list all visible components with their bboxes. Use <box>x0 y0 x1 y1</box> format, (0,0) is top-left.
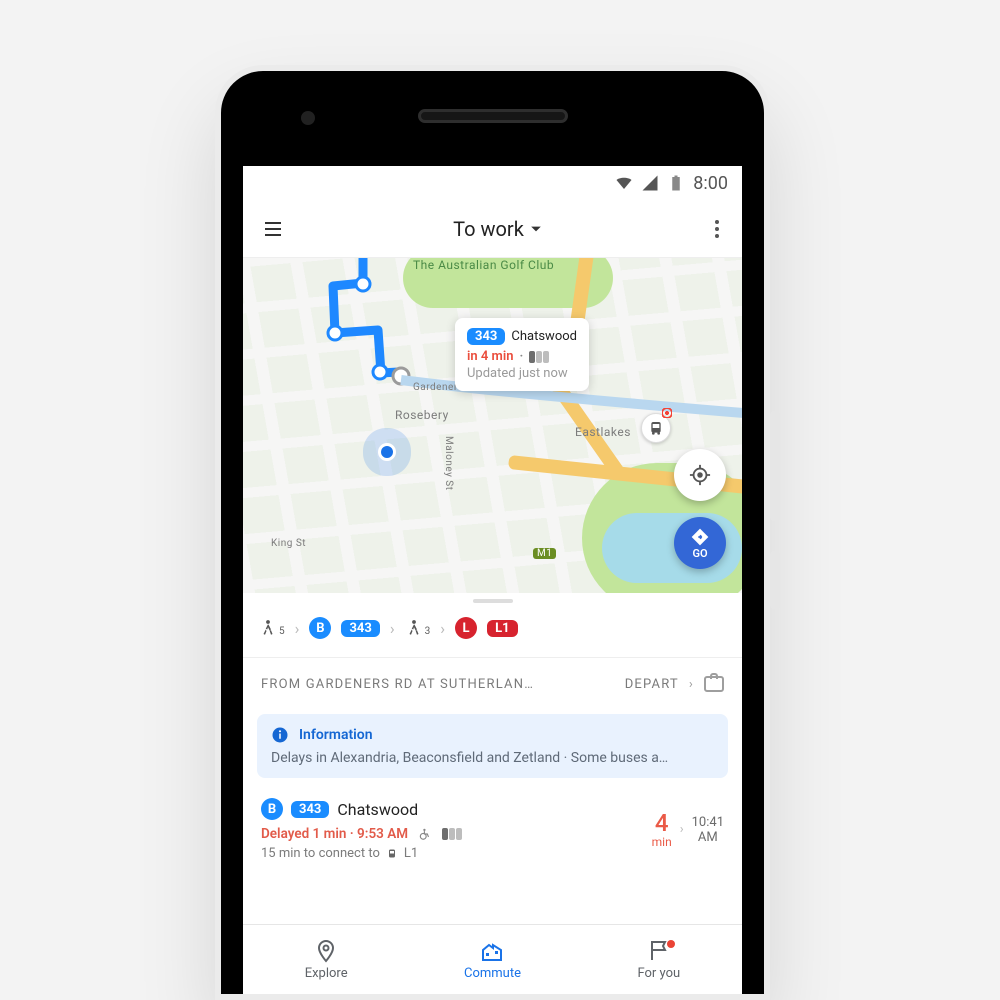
arrival-time: 10:41 <box>692 815 724 830</box>
chevron-right-icon: › <box>680 822 684 837</box>
hamburger-icon <box>261 217 285 241</box>
chevron-right-icon: › <box>295 619 300 638</box>
live-bus-marker[interactable] <box>641 413 671 443</box>
walk-icon <box>405 619 423 637</box>
menu-button[interactable] <box>253 217 293 241</box>
current-location-dot <box>378 443 396 461</box>
screen: 8:00 To work <box>243 166 742 994</box>
map-view[interactable]: The Australian Golf Club Rosebery Eastla… <box>243 258 742 593</box>
clock: 8:00 <box>693 173 728 194</box>
nav-label: For you <box>637 966 680 981</box>
chevron-right-icon: › <box>689 677 694 692</box>
side-button <box>770 551 780 609</box>
wheelchair-icon <box>418 827 432 841</box>
page-title: To work <box>453 217 524 241</box>
speaker-grille <box>418 109 568 123</box>
transit-tooltip[interactable]: 343 Chatswood in 4 min · Updated just no… <box>455 318 589 391</box>
depart-label: DEPART <box>625 677 679 692</box>
route-steps: 5 › B 343 › 3 › L L1 <box>243 603 742 658</box>
alert-body: Delays in Alexandria, Beaconsfield and Z… <box>271 750 714 766</box>
go-button[interactable]: GO <box>674 517 726 569</box>
delay-status: Delayed 1 min · 9:53 AM <box>261 826 408 842</box>
nav-commute[interactable]: Commute <box>409 925 575 994</box>
bottom-sheet[interactable]: 5 › B 343 › 3 › L L1 FROM GARDENERS RD A… <box>243 599 742 879</box>
nav-explore[interactable]: Explore <box>243 925 409 994</box>
kebab-icon <box>705 217 729 241</box>
line-pill: L1 <box>487 620 518 637</box>
bottom-nav: Explore Commute For you <box>243 924 742 994</box>
road-shield: M1 <box>533 548 556 559</box>
nav-label: Explore <box>305 966 348 981</box>
briefcase-icon <box>704 676 724 692</box>
minutes-unit: min <box>652 835 672 849</box>
arrival-unit: AM <box>692 830 724 845</box>
camera-dot <box>301 111 315 125</box>
map-poi: The Australian Golf Club <box>413 258 554 272</box>
tram-icon <box>386 848 398 860</box>
service-alert[interactable]: Information Delays in Alexandria, Beacon… <box>257 714 728 778</box>
from-depart-row[interactable]: FROM GARDENERS RD AT SUTHERLAN… DEPART › <box>243 658 742 710</box>
departure-destination: Chatswood <box>337 800 418 819</box>
tooltip-updated: Updated just now <box>467 366 577 381</box>
status-bar: 8:00 <box>243 166 742 200</box>
go-label: GO <box>692 547 707 560</box>
navigate-icon <box>690 527 710 547</box>
chevron-down-icon <box>530 223 542 235</box>
lightrail-badge: L <box>455 617 477 639</box>
signal-icon <box>641 174 659 192</box>
route-pill: 343 <box>467 328 505 345</box>
bus-mode-badge: B <box>261 798 283 820</box>
app-bar: To work <box>243 200 742 258</box>
crosshair-icon <box>689 464 711 486</box>
info-icon <box>271 726 289 744</box>
walk-icon <box>259 619 277 637</box>
occupancy-icon <box>529 351 549 363</box>
map-street: King St <box>271 538 306 549</box>
route-pill: 343 <box>341 620 379 637</box>
connection-line: L1 <box>404 846 418 861</box>
departure-row[interactable]: B 343 Chatswood Delayed 1 min · 9:53 AM … <box>243 782 742 877</box>
commute-icon <box>480 939 504 963</box>
connection-text: 15 min to connect to <box>261 846 380 861</box>
from-stop: FROM GARDENERS RD AT SUTHERLAN… <box>261 677 615 692</box>
occupancy-icon <box>442 828 462 840</box>
chevron-right-icon: › <box>440 619 445 638</box>
nav-label: Commute <box>464 966 521 981</box>
alert-title: Information <box>299 727 373 743</box>
map-suburb: Eastlakes <box>575 425 631 439</box>
pin-icon <box>314 939 338 963</box>
minutes-until: 4 <box>652 811 672 835</box>
destination-selector[interactable]: To work <box>293 217 702 241</box>
chevron-right-icon: › <box>390 619 395 638</box>
side-button <box>770 411 780 521</box>
walk-step: 5 <box>259 619 285 637</box>
map-suburb: Rosebery <box>395 408 449 422</box>
wifi-icon <box>615 174 633 192</box>
map-street: Maloney St <box>443 436 454 491</box>
route-pill: 343 <box>291 801 329 818</box>
bus-mode-badge: B <box>309 617 331 639</box>
locate-me-button[interactable] <box>674 449 726 501</box>
notification-dot <box>667 940 675 948</box>
phone-frame: 8:00 To work <box>215 65 770 1000</box>
tooltip-eta: in 4 min <box>467 349 513 364</box>
overflow-button[interactable] <box>702 217 732 241</box>
tooltip-destination: Chatswood <box>511 329 577 344</box>
walk-step: 3 <box>405 619 431 637</box>
nav-for-you[interactable]: For you <box>576 925 742 994</box>
battery-icon <box>667 174 685 192</box>
bus-icon <box>648 420 664 436</box>
